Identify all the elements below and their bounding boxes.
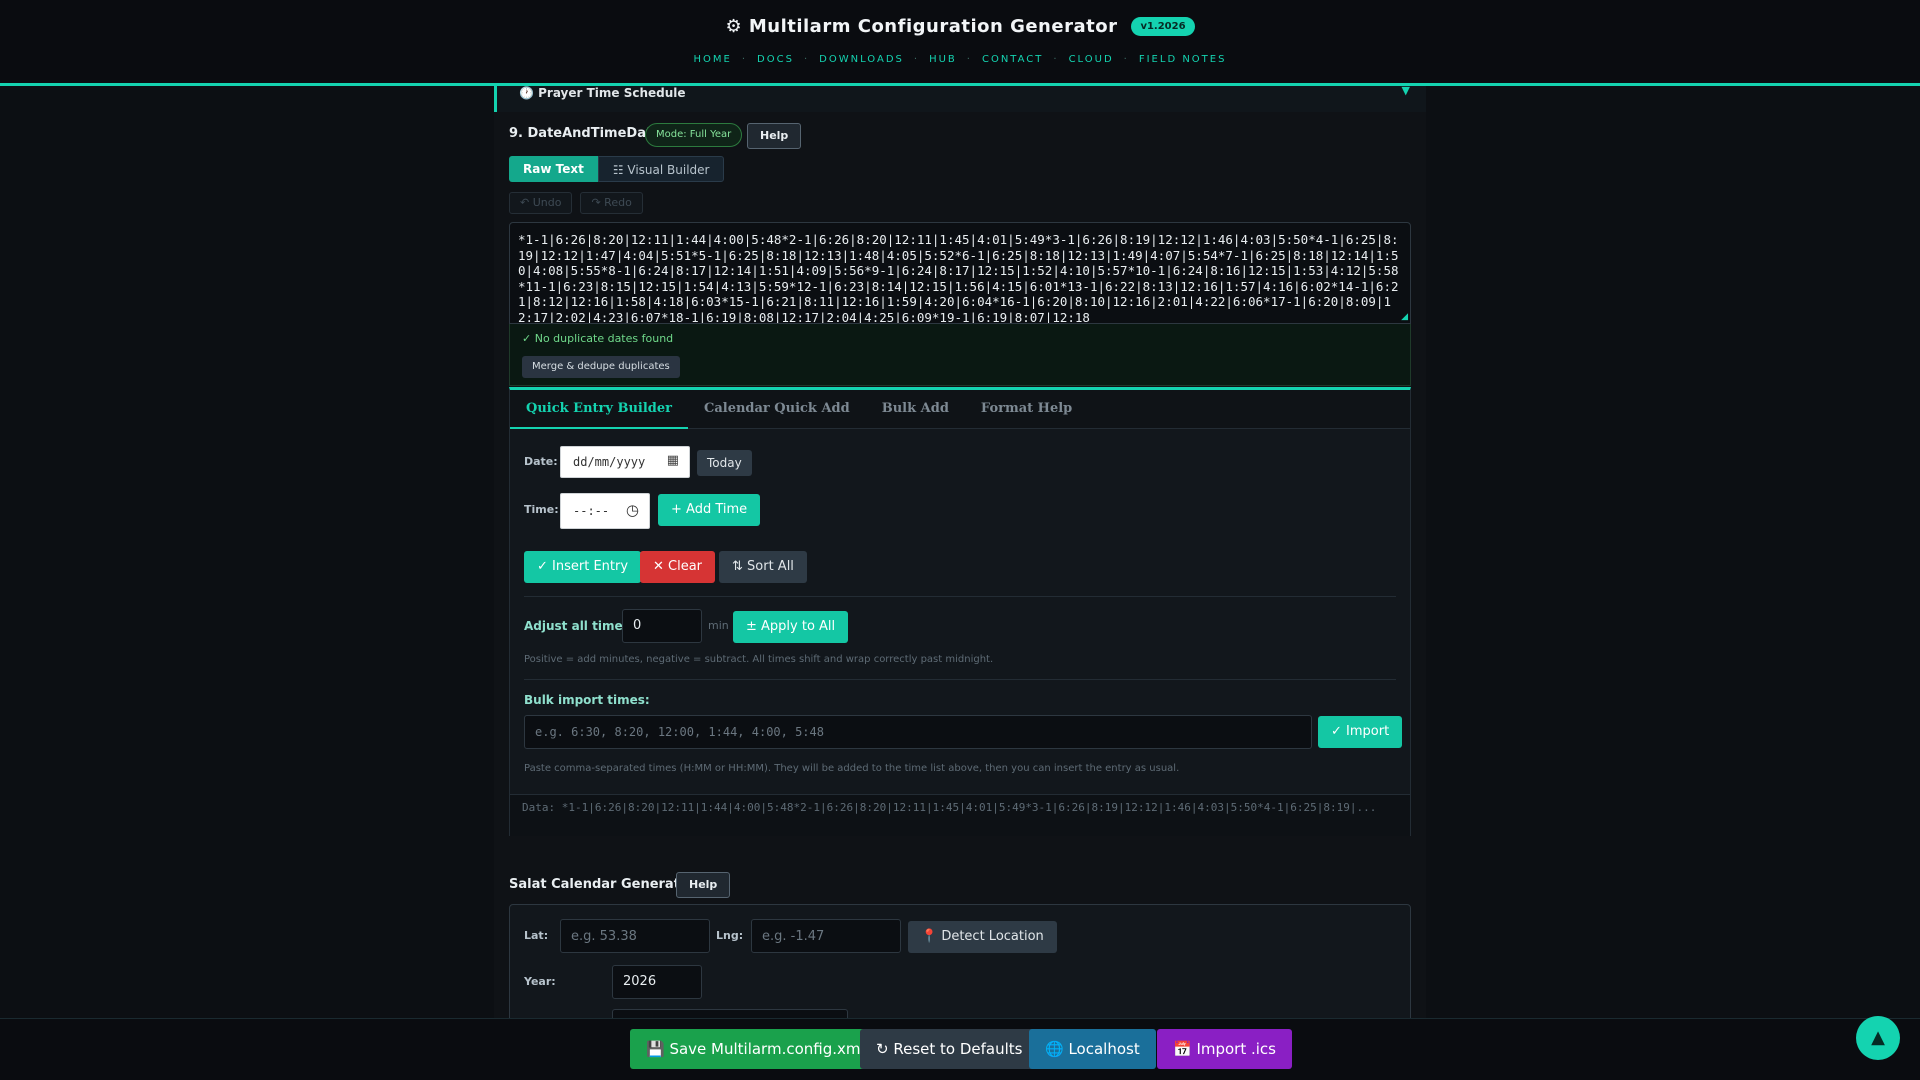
bulk-import-label: Bulk import times:	[524, 693, 650, 707]
adjust-minutes-value: 0	[633, 618, 642, 633]
year-value: 2026	[623, 974, 657, 989]
time-label: Time:	[524, 503, 559, 516]
year-label: Year:	[524, 975, 556, 988]
divider	[524, 596, 1396, 597]
raw-text-tab[interactable]: Raw Text	[509, 156, 598, 182]
section-title: 🕐 Prayer Time Schedule	[519, 86, 686, 100]
time-placeholder: --:--	[573, 504, 610, 518]
builder-tabs: Quick Entry Builder Calendar Quick Add B…	[509, 387, 1411, 429]
raw-data-text: *1-1|6:26|8:20|12:11|1:44|4:00|5:48*2-1|…	[518, 232, 1399, 324]
nav-separator: ·	[803, 54, 810, 65]
duplicate-status-panel: ✓ No duplicate dates found Merge & dedup…	[509, 324, 1411, 386]
scroll-to-top-icon[interactable]: ▲	[1856, 1016, 1900, 1060]
calendar-icon[interactable]: ▦	[667, 453, 679, 468]
raw-data-textarea[interactable]: *1-1|6:26|8:20|12:11|1:44|4:00|5:48*2-1|…	[509, 222, 1411, 324]
date-input[interactable]: dd/mm/yyyy ▦	[560, 446, 690, 478]
app-title: ⚙ Multilarm Configuration Generator	[725, 16, 1118, 37]
lat-input[interactable]: e.g. 53.38	[560, 919, 710, 953]
apply-to-all-button[interactable]: ± Apply to All	[733, 611, 849, 643]
clear-button[interactable]: ✕ Clear	[640, 551, 716, 583]
bulk-import-hint: Paste comma-separated times (H:MM or HH:…	[524, 763, 1180, 774]
top-nav: HOME · DOCS · DOWNLOADS · HUB · CONTACT …	[0, 54, 1920, 65]
duplicate-status: ✓ No duplicate dates found	[522, 332, 674, 345]
resize-handle-icon[interactable]: ◢	[1401, 312, 1408, 322]
data-preview: Data: *1-1|6:26|8:20|12:11|1:44|4:00|5:4…	[510, 794, 1410, 836]
reset-defaults-button[interactable]: ↻ Reset to Defaults	[860, 1029, 1039, 1069]
nav-docs[interactable]: DOCS	[757, 54, 794, 65]
tab-calendar-quick-add[interactable]: Calendar Quick Add	[688, 390, 866, 429]
lng-input[interactable]: e.g. -1.47	[751, 919, 901, 953]
view-toggle: Raw Text ☷ Visual Builder	[509, 156, 725, 182]
nav-field-notes[interactable]: FIELD NOTES	[1139, 54, 1227, 65]
nav-home[interactable]: HOME	[694, 54, 732, 65]
redo-button[interactable]: ↷ Redo	[580, 192, 643, 214]
clock-icon[interactable]: ◷	[626, 501, 639, 519]
version-badge: v1.2026	[1131, 17, 1195, 36]
merge-dedupe-button[interactable]: Merge & dedupe duplicates	[522, 356, 680, 378]
history-controls: ↶ Undo ↷ Redo	[509, 192, 643, 214]
year-input[interactable]: 2026	[612, 965, 702, 999]
minutes-unit: min	[708, 619, 729, 632]
add-time-button[interactable]: + Add Time	[658, 494, 761, 526]
import-ics-button[interactable]: 📅 Import .ics	[1157, 1029, 1292, 1069]
action-bar: 💾 Save Multilarm.config.xml ↻ Reset to D…	[0, 1018, 1920, 1080]
quick-entry-panel: Date: dd/mm/yyyy ▦ Today Time: --:-- ◷ +…	[509, 429, 1411, 836]
import-times-button[interactable]: ✓ Import	[1318, 716, 1403, 748]
salat-help-button[interactable]: Help	[676, 872, 731, 898]
adjust-times-label: Adjust all times:	[524, 619, 635, 633]
lat-placeholder: e.g. 53.38	[571, 929, 637, 944]
tab-bulk-add[interactable]: Bulk Add	[866, 390, 965, 429]
localhost-button[interactable]: 🌐 Localhost	[1029, 1029, 1156, 1069]
salat-title: Salat Calendar Generator	[509, 877, 696, 892]
chevron-down-icon[interactable]: ▼	[1402, 84, 1410, 97]
lat-label: Lat:	[524, 929, 549, 942]
today-button[interactable]: Today	[697, 450, 752, 476]
nav-separator: ·	[1053, 54, 1059, 65]
nav-hub[interactable]: HUB	[929, 54, 957, 65]
bulk-import-input[interactable]: e.g. 6:30, 8:20, 12:00, 1:44, 4:00, 5:48	[524, 715, 1312, 749]
time-input[interactable]: --:-- ◷	[560, 493, 650, 529]
nav-separator: ·	[741, 54, 748, 65]
nav-separator: ·	[1123, 54, 1129, 65]
divider	[524, 679, 1396, 680]
nav-contact[interactable]: CONTACT	[982, 54, 1043, 65]
sort-all-button[interactable]: ⇅ Sort All	[719, 551, 807, 583]
nav-separator: ·	[913, 54, 920, 65]
nav-downloads[interactable]: DOWNLOADS	[819, 54, 904, 65]
lng-placeholder: e.g. -1.47	[762, 929, 825, 944]
insert-entry-button[interactable]: ✓ Insert Entry	[524, 551, 642, 583]
app-header: ⚙ Multilarm Configuration Generator v1.2…	[0, 0, 1920, 86]
visual-builder-tab[interactable]: ☷ Visual Builder	[597, 156, 725, 182]
date-placeholder: dd/mm/yyyy	[573, 455, 646, 469]
bulk-import-placeholder: e.g. 6:30, 8:20, 12:00, 1:44, 4:00, 5:48	[535, 725, 824, 739]
undo-button[interactable]: ↶ Undo	[509, 192, 573, 214]
field-title: 9. DateAndTimeData	[509, 126, 661, 141]
lng-label: Lng:	[716, 929, 744, 942]
tab-format-help[interactable]: Format Help	[965, 390, 1088, 429]
date-label: Date:	[524, 455, 558, 468]
help-button[interactable]: Help	[747, 123, 802, 149]
adjust-minutes-input[interactable]: 0	[622, 609, 702, 643]
nav-separator: ·	[966, 54, 972, 65]
detect-location-button[interactable]: 📍 Detect Location	[908, 921, 1057, 953]
tab-quick-entry-builder[interactable]: Quick Entry Builder	[510, 390, 688, 429]
save-config-button[interactable]: 💾 Save Multilarm.config.xml	[630, 1029, 881, 1069]
section-prayer-time-schedule[interactable]: 🕐 Prayer Time Schedule ▼	[494, 84, 1426, 112]
nav-cloud[interactable]: CLOUD	[1069, 54, 1114, 65]
adjust-hint: Positive = add minutes, negative = subtr…	[524, 654, 994, 665]
mode-badge: Mode: Full Year	[645, 123, 743, 147]
